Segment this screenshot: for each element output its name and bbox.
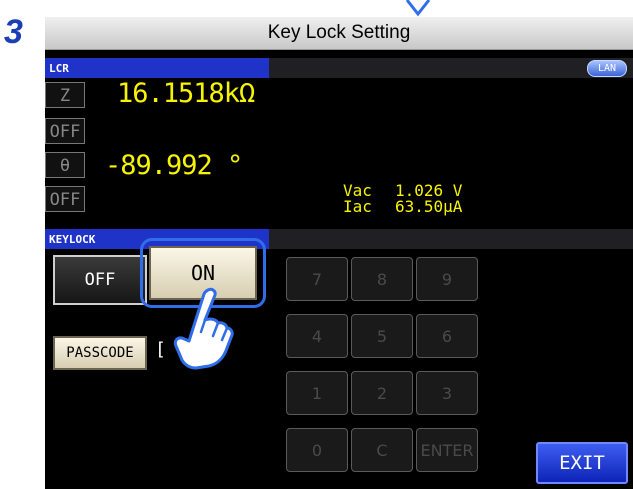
page-title: Key Lock Setting (45, 17, 633, 50)
keylock-off-button[interactable]: OFF (53, 255, 147, 305)
param-1-value: 16.1518kΩ (117, 78, 255, 109)
passcode-button[interactable]: PASSCODE (53, 336, 147, 370)
param-1-label[interactable]: Z (45, 82, 85, 108)
key-4[interactable]: 4 (286, 314, 348, 358)
down-arrow-icon (405, 0, 431, 17)
key-9[interactable]: 9 (416, 257, 478, 301)
key-1[interactable]: 1 (286, 371, 348, 415)
key-0[interactable]: 0 (286, 428, 348, 472)
keylock-header: KEYLOCK (45, 229, 633, 249)
iac-label: Iac (343, 197, 372, 216)
step-number: 3 (4, 13, 23, 51)
param-2-label[interactable]: θ (45, 152, 85, 178)
key-enter[interactable]: ENTER (416, 428, 478, 472)
exit-button[interactable]: EXIT (536, 442, 628, 484)
key-3[interactable]: 3 (416, 371, 478, 415)
key-8[interactable]: 8 (351, 257, 413, 301)
device-screen: LCR LAN Z OFF θ OFF 16.1518kΩ -89.992 ° … (45, 50, 633, 489)
param-2-value: -89.992 ° (105, 150, 243, 181)
key-6[interactable]: 6 (416, 314, 478, 358)
lcr-header: LCR LAN (45, 58, 633, 78)
pointing-hand-icon (173, 287, 234, 370)
param-1-state[interactable]: OFF (45, 118, 85, 144)
lan-badge: LAN (587, 60, 627, 77)
key-5[interactable]: 5 (351, 314, 413, 358)
lcr-tab: LCR (45, 58, 269, 78)
key-clear[interactable]: C (351, 428, 413, 472)
param-2-state[interactable]: OFF (45, 186, 85, 212)
iac-value: 63.50μA (395, 197, 463, 216)
key-7[interactable]: 7 (286, 257, 348, 301)
key-2[interactable]: 2 (351, 371, 413, 415)
